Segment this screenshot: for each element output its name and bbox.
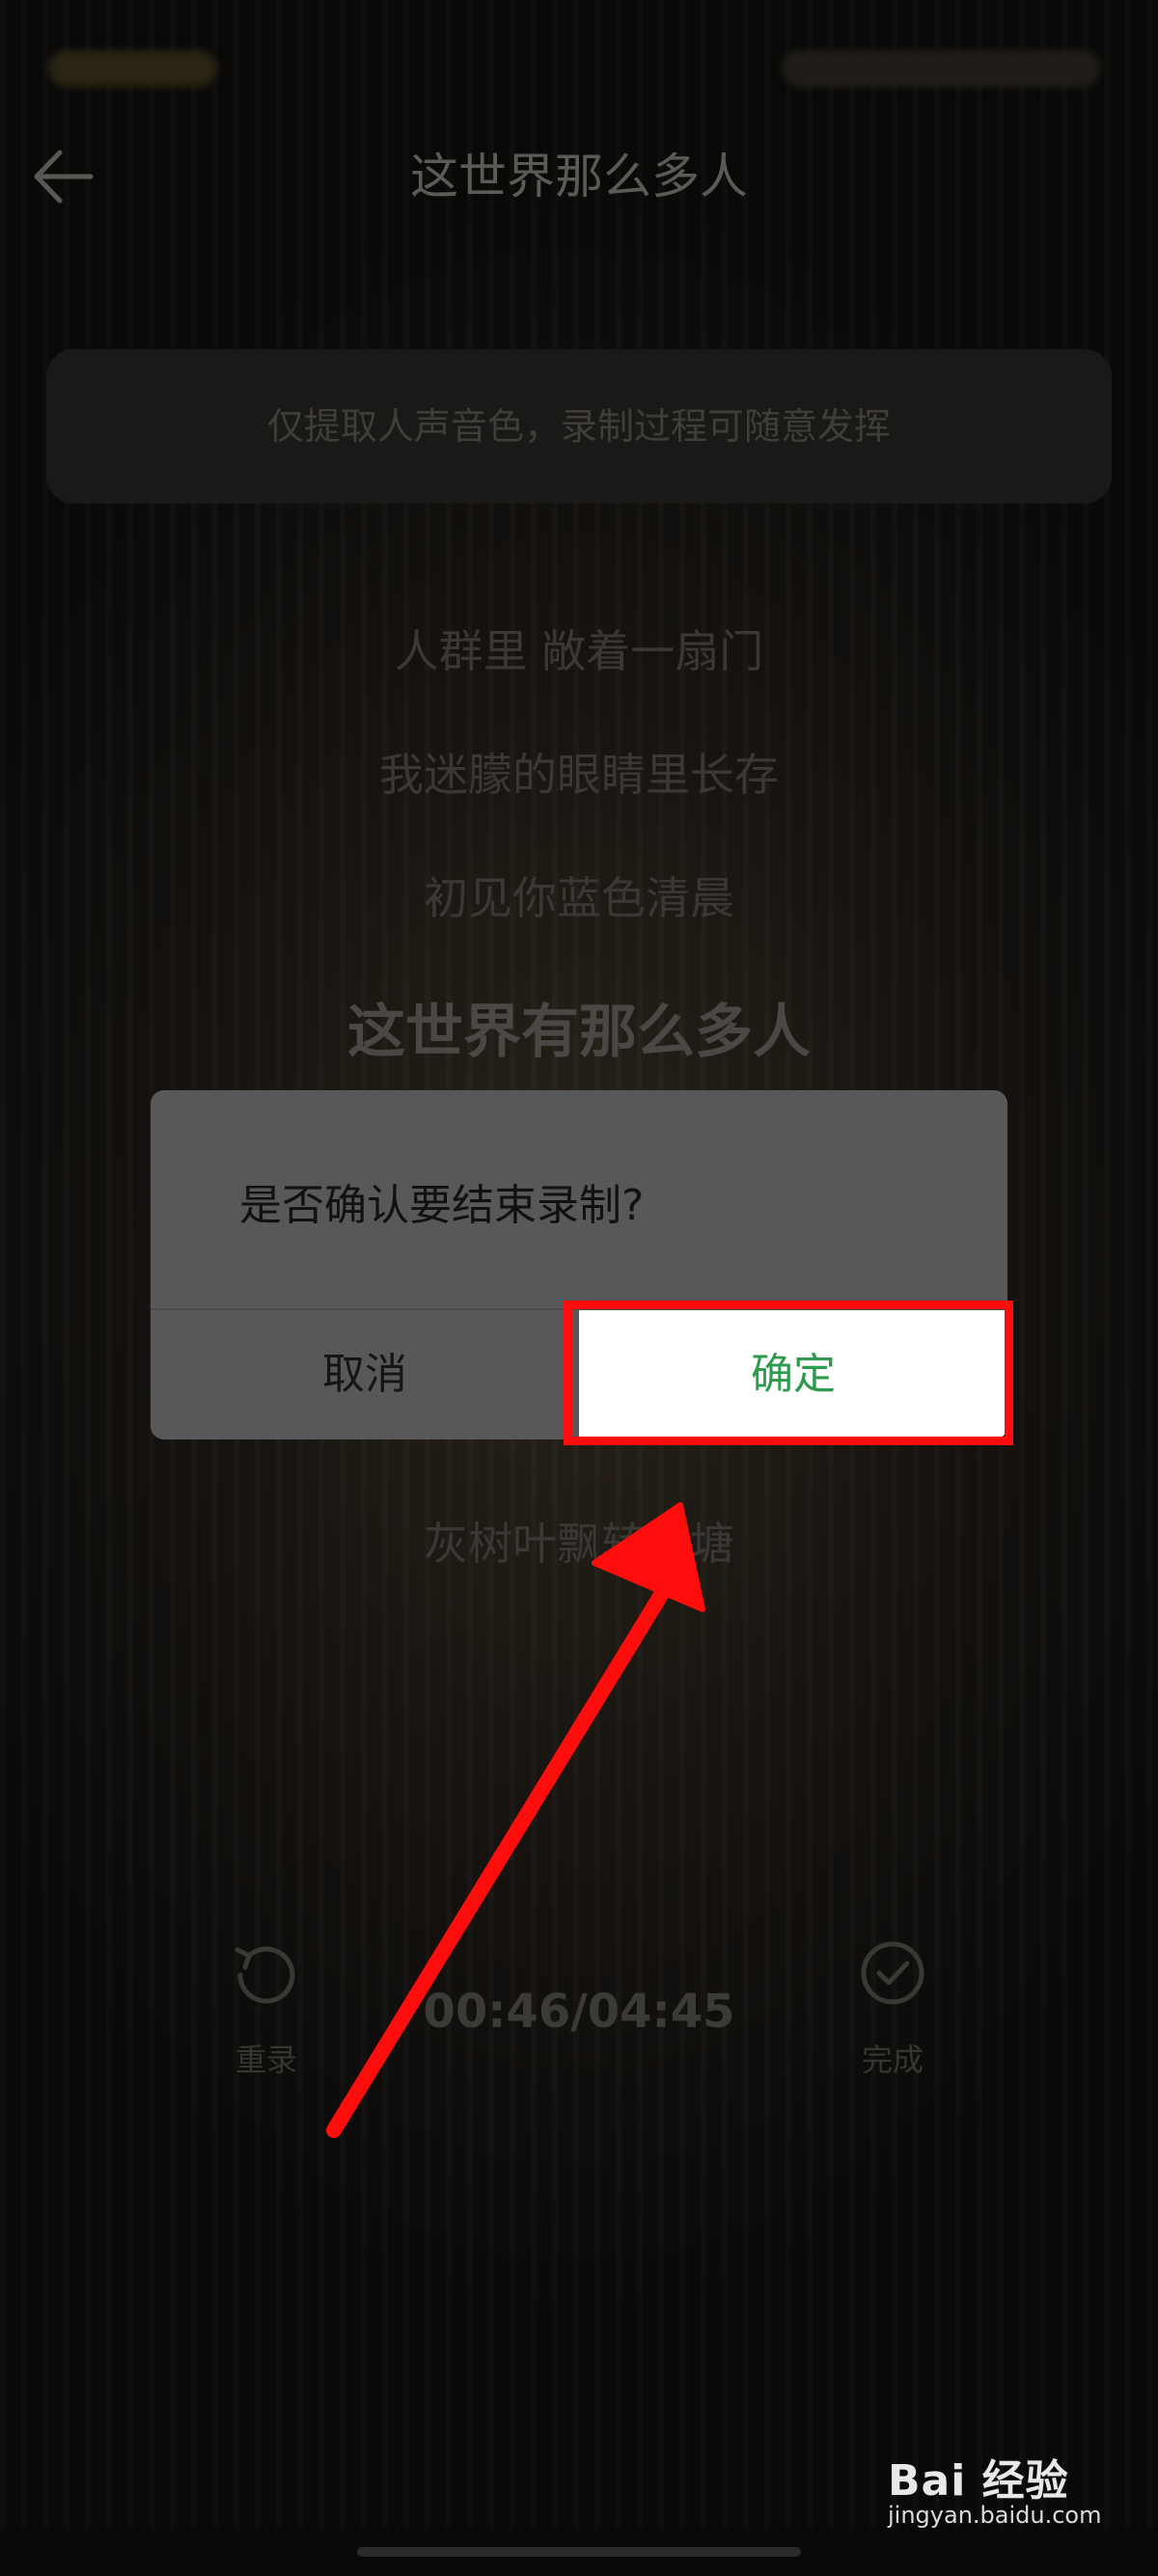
cancel-button[interactable]: 取消 bbox=[151, 1310, 579, 1439]
confirm-button[interactable]: 确定 bbox=[579, 1310, 1007, 1439]
finish-button[interactable] bbox=[854, 1934, 931, 2012]
lyric-line: 初见你蓝色清晨 bbox=[424, 872, 734, 924]
watermark-url: jingyan.baidu.com bbox=[888, 2502, 1102, 2529]
tip-banner: 仅提取人声音色，录制过程可随意发挥 bbox=[46, 349, 1112, 504]
page-title: 这世界那么多人 bbox=[410, 149, 748, 205]
rerecord-label: 重录 bbox=[234, 2042, 297, 2078]
lyric-line: 灰树叶飘转池塘 bbox=[424, 1518, 734, 1570]
lyric-line: 人群里 敞着一扇门 bbox=[394, 625, 764, 677]
watermark-brand: Bai 经验 bbox=[888, 2456, 1069, 2506]
dialog-message: 是否确认要结束录制? bbox=[239, 1181, 645, 1230]
home-indicator[interactable] bbox=[357, 2547, 801, 2557]
status-bar-left-blurred bbox=[48, 50, 217, 87]
rerecord-button[interactable] bbox=[228, 1934, 305, 2012]
tip-text: 仅提取人声音色，录制过程可随意发挥 bbox=[266, 405, 891, 448]
baidu-jingyan-watermark: Bai 经验 jingyan.baidu.com bbox=[888, 2446, 1148, 2537]
recording-timer: 00:46/04:45 bbox=[423, 1985, 735, 2039]
rerecord-icon bbox=[234, 1946, 295, 2004]
check-circle-icon bbox=[861, 1941, 924, 2005]
back-arrow-icon bbox=[34, 150, 94, 204]
lyric-line: 我迷朦的眼睛里长存 bbox=[379, 749, 779, 801]
confirm-dialog: 是否确认要结束录制? 取消 确定 bbox=[151, 1090, 1007, 1439]
status-bar-right-blurred bbox=[782, 50, 1100, 87]
back-button[interactable] bbox=[29, 143, 96, 210]
finish-label: 完成 bbox=[861, 2042, 924, 2078]
current-lyric-line: 这世界有那么多人 bbox=[347, 999, 811, 1066]
